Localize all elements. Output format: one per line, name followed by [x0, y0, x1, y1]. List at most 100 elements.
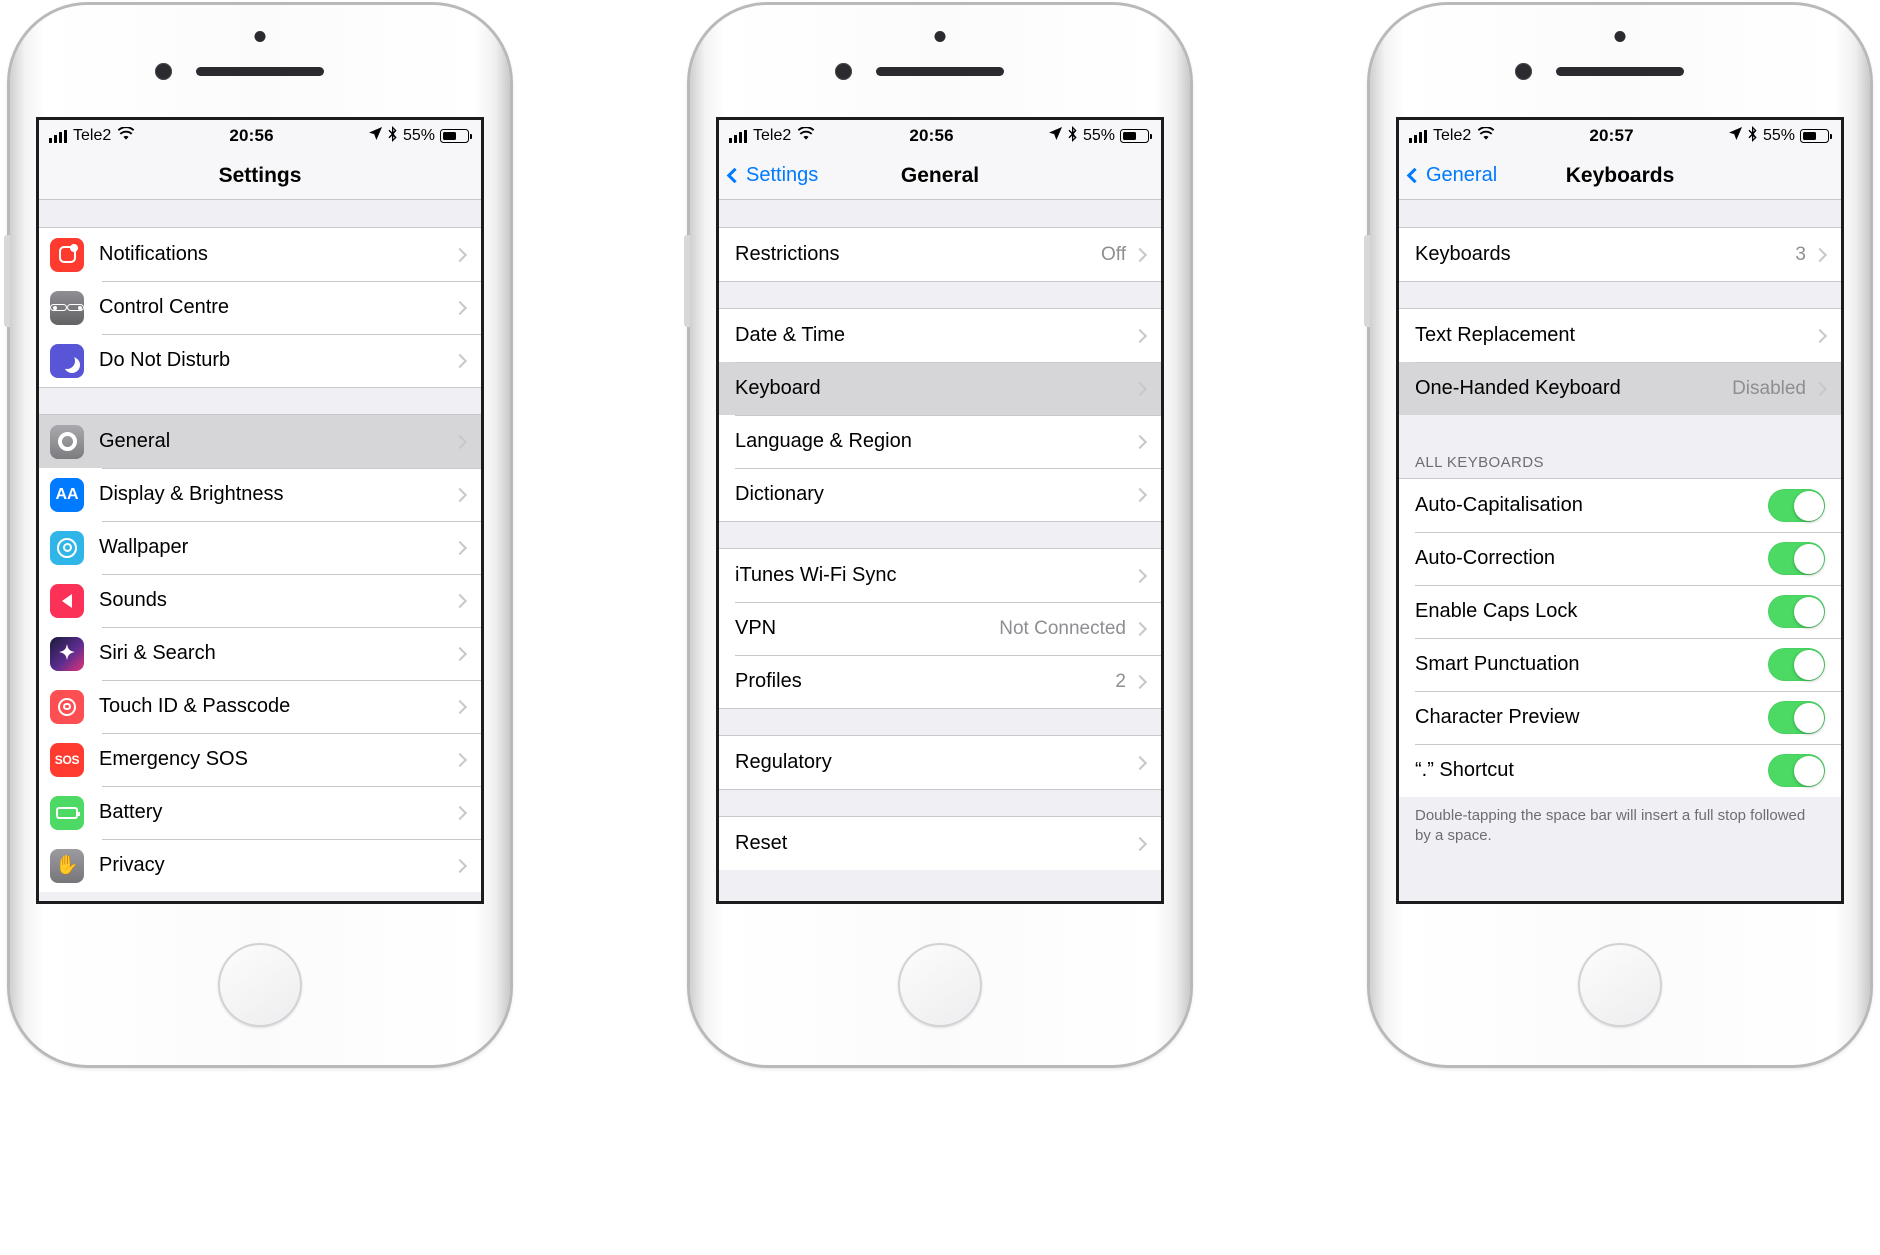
chevron-left-icon	[726, 167, 743, 184]
list-item[interactable]: ✋ Privacy	[39, 839, 481, 892]
table-view[interactable]: Restrictions Off Date & Time Keyboard Langua…	[719, 200, 1161, 901]
status-left: Tele2	[729, 126, 815, 146]
nav-back-button[interactable]: General	[1406, 164, 1497, 187]
list-item-label: Smart Punctuation	[1415, 653, 1580, 675]
chevron-right-icon	[452, 805, 468, 820]
list-item-label: Auto-Capitalisation	[1415, 494, 1583, 516]
list-item[interactable]: Keyboard	[719, 362, 1161, 415]
section-gap	[1399, 200, 1841, 228]
status-right: 55%	[1728, 125, 1832, 147]
list-item-label: Reset	[735, 832, 788, 854]
chevron-right-icon	[452, 487, 468, 502]
bluetooth-icon	[1068, 125, 1078, 147]
chevron-right-icon	[1812, 328, 1828, 343]
location-arrow-icon	[1728, 126, 1743, 146]
wallpaper-icon	[50, 530, 84, 565]
control-centre-icon	[50, 290, 84, 325]
list-item[interactable]: Keyboards 3	[1399, 228, 1841, 281]
list-item-label: Siri & Search	[99, 642, 216, 664]
list-item-value: 3	[1795, 243, 1806, 265]
carrier-label: Tele2	[73, 127, 112, 144]
home-button[interactable]	[898, 942, 982, 1027]
do-not-disturb-icon	[50, 343, 84, 378]
list-item[interactable]: One-Handed Keyboard Disabled	[1399, 362, 1841, 415]
phone-keyboards: Tele2 20:57 55% General Keyboards Keyboards 3 T…	[1364, 5, 1870, 1065]
toggle-switch[interactable]	[1768, 754, 1825, 787]
list-item[interactable]: Regulatory	[719, 736, 1161, 789]
section-gap	[39, 387, 481, 415]
list-item[interactable]: Sounds	[39, 574, 481, 627]
list-item-label: Wallpaper	[99, 536, 189, 558]
list-item[interactable]: Character Preview	[1399, 691, 1841, 744]
list-item[interactable]: Touch ID & Passcode	[39, 680, 481, 733]
toggle-switch[interactable]	[1768, 489, 1825, 522]
chevron-right-icon	[1132, 487, 1148, 502]
list-item[interactable]: ✦ Siri & Search	[39, 627, 481, 680]
phone-top	[1370, 5, 1870, 117]
list-item[interactable]: General	[39, 415, 481, 468]
toggle-switch[interactable]	[1768, 595, 1825, 628]
page-title: Settings	[218, 163, 302, 187]
list-item[interactable]: Enable Caps Lock	[1399, 585, 1841, 638]
chevron-right-icon	[452, 300, 468, 315]
battery-icon	[1800, 129, 1832, 143]
list-item[interactable]: Text Replacement	[1399, 309, 1841, 362]
section-footer: Double-tapping the space bar will insert…	[1399, 797, 1841, 846]
chevron-right-icon	[1132, 836, 1148, 851]
list-item[interactable]: VPN Not Connected	[719, 602, 1161, 655]
status-right: 55%	[368, 125, 472, 147]
table-view[interactable]: Notifications Control Centre Do Not Distur…	[39, 200, 481, 901]
list-item[interactable]: Smart Punctuation	[1399, 638, 1841, 691]
list-item-label: Sounds	[99, 589, 167, 611]
list-item[interactable]: iTunes Wi-Fi Sync	[719, 549, 1161, 602]
list-item-label: Battery	[99, 801, 163, 823]
list-item-label: General	[99, 430, 171, 452]
phone-top	[10, 5, 510, 117]
screen-keyboards: Tele2 20:57 55% General Keyboards Keyboards 3 T…	[1396, 117, 1844, 904]
list-item[interactable]: Auto-Correction	[1399, 532, 1841, 585]
list-item[interactable]: Restrictions Off	[719, 228, 1161, 281]
status-time: 20:56	[229, 126, 274, 145]
section-gap	[719, 789, 1161, 817]
privacy-hand-icon: ✋	[50, 848, 84, 883]
list-item-label: Dictionary	[735, 483, 824, 505]
list-item[interactable]: SOS Emergency SOS	[39, 733, 481, 786]
toggle-switch[interactable]	[1768, 701, 1825, 734]
nav-back-button[interactable]: Settings	[726, 164, 819, 187]
list-item[interactable]: AA Display & Brightness	[39, 468, 481, 521]
list-item-label: Display & Brightness	[99, 483, 284, 505]
list-item[interactable]: “.” Shortcut	[1399, 744, 1841, 797]
chevron-right-icon	[1132, 568, 1148, 583]
list-item[interactable]: Wallpaper	[39, 521, 481, 574]
siri-search-icon: ✦	[50, 636, 84, 671]
list-item[interactable]: Reset	[719, 817, 1161, 870]
list-item-label: Text Replacement	[1415, 324, 1576, 346]
home-button[interactable]	[1578, 942, 1662, 1027]
nav-back-label: Settings	[746, 164, 819, 186]
phone-general: Tele2 20:56 55% Settings General Restrictions…	[684, 5, 1190, 1065]
list-item[interactable]: Language & Region	[719, 415, 1161, 468]
table-view[interactable]: Keyboards 3 Text Replacement One-Handed Key…	[1399, 200, 1841, 901]
toggle-switch[interactable]	[1768, 648, 1825, 681]
phone-bottom	[690, 904, 1190, 1065]
list-item[interactable]: Dictionary	[719, 468, 1161, 521]
list-item[interactable]: Notifications	[39, 228, 481, 281]
nav-bar: General Keyboards	[1399, 152, 1841, 200]
list-item-value: Not Connected	[999, 617, 1126, 639]
earpiece-speaker-icon	[1556, 67, 1684, 76]
list-item[interactable]: Date & Time	[719, 309, 1161, 362]
list-item[interactable]: Auto-Capitalisation	[1399, 479, 1841, 532]
list-item[interactable]: Do Not Disturb	[39, 334, 481, 387]
list-item-label: Date & Time	[735, 324, 846, 346]
list-item[interactable]: Profiles 2	[719, 655, 1161, 708]
signal-bars-icon	[1409, 129, 1427, 143]
home-button[interactable]	[218, 942, 302, 1027]
list-item[interactable]: Control Centre	[39, 281, 481, 334]
wifi-icon	[1477, 126, 1495, 146]
nav-bar: Settings General	[719, 152, 1161, 200]
toggle-switch[interactable]	[1768, 542, 1825, 575]
list-item-label: Do Not Disturb	[99, 349, 231, 371]
status-right: 55%	[1048, 125, 1152, 147]
screen-settings: Tele2 20:56 55% Settings Notifications Contro…	[36, 117, 484, 904]
list-item[interactable]: Battery	[39, 786, 481, 839]
